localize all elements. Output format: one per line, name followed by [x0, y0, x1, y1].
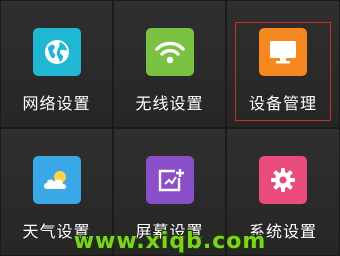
tile-label: 天气设置 [22, 222, 91, 241]
monitor-icon [259, 28, 307, 76]
globe-icon [32, 28, 81, 76]
tile-label: 网络设置 [22, 94, 91, 113]
tile-weather-settings[interactable]: 天气设置 [0, 128, 113, 256]
tile-system-settings[interactable]: 系统设置 [226, 128, 340, 256]
tile-screen-settings[interactable]: 屏幕设置 [113, 128, 226, 256]
tile-label: 屏幕设置 [135, 222, 204, 241]
wifi-icon [145, 28, 194, 76]
weather-icon [32, 156, 81, 204]
tile-network-settings[interactable]: 网络设置 [0, 0, 113, 128]
tile-label: 无线设置 [135, 94, 204, 113]
gear-icon [259, 156, 307, 204]
screen-edit-icon [145, 156, 194, 204]
tile-label: 设备管理 [248, 94, 317, 113]
tile-device-management[interactable]: 设备管理 [226, 0, 340, 128]
tile-wireless-settings[interactable]: 无线设置 [113, 0, 226, 128]
settings-menu-grid: 网络设置 无线设置 设备管理 天气设置 屏幕设置 系统设置 [0, 0, 340, 256]
tile-label: 系统设置 [248, 222, 317, 241]
